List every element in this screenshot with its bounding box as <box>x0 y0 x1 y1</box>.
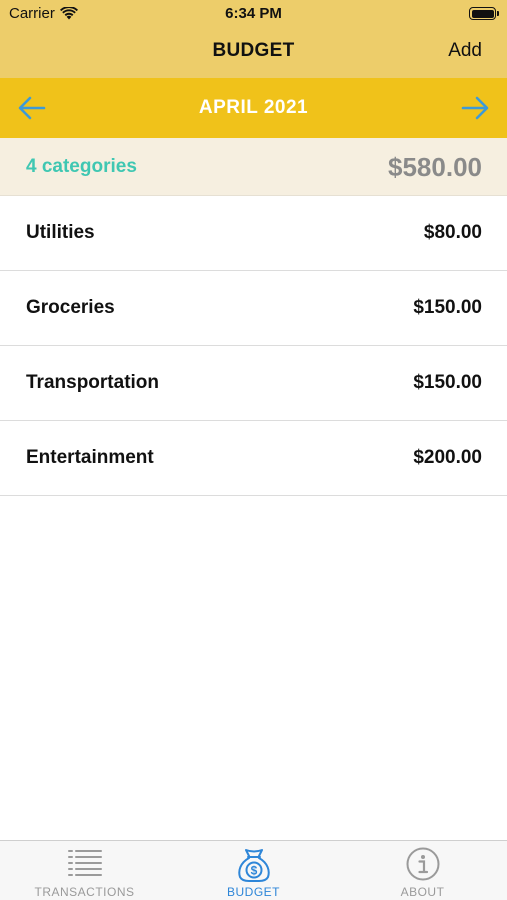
category-row-entertainment[interactable]: Entertainment $200.00 <box>0 421 507 496</box>
category-name: Utilities <box>26 222 95 243</box>
category-row-groceries[interactable]: Groceries $150.00 <box>0 271 507 346</box>
tab-label: TRANSACTIONS <box>34 885 135 899</box>
tab-about[interactable]: ABOUT <box>338 841 507 900</box>
category-count: 4 categories <box>26 156 137 177</box>
budget-summary: 4 categories $580.00 <box>0 138 507 196</box>
tab-transactions[interactable]: TRANSACTIONS <box>0 841 169 900</box>
category-list: Utilities $80.00 Groceries $150.00 Trans… <box>0 196 507 496</box>
month-selector: APRIL 2021 <box>0 78 507 138</box>
next-month-arrow-icon[interactable] <box>459 93 491 123</box>
category-amount: $150.00 <box>413 297 482 318</box>
category-name: Groceries <box>26 297 115 318</box>
header: Carrier 6:34 PM BUDGET Add <box>0 0 507 78</box>
svg-text:$: $ <box>250 864 257 878</box>
tab-label: ABOUT <box>400 885 445 899</box>
money-bag-icon: $ <box>237 849 270 882</box>
status-time: 6:34 PM <box>225 5 282 22</box>
tab-label: BUDGET <box>226 885 280 899</box>
category-amount: $200.00 <box>413 447 482 468</box>
tab-budget[interactable]: $ BUDGET <box>169 841 338 900</box>
status-bar: Carrier 6:34 PM <box>0 0 507 28</box>
list-icon <box>67 850 102 876</box>
category-amount: $150.00 <box>413 372 482 393</box>
budget-total: $580.00 <box>388 152 482 182</box>
add-button[interactable]: Add <box>448 40 482 62</box>
page-title: BUDGET <box>212 40 295 61</box>
category-row-transportation[interactable]: Transportation $150.00 <box>0 346 507 421</box>
battery-icon <box>469 7 499 20</box>
category-name: Entertainment <box>26 447 154 468</box>
category-name: Transportation <box>26 372 160 393</box>
category-amount: $80.00 <box>423 222 482 243</box>
category-row-utilities[interactable]: Utilities $80.00 <box>0 196 507 271</box>
info-icon <box>406 847 439 881</box>
tab-bar: TRANSACTIONS $ BUDGET ABOUT <box>0 840 507 900</box>
month-label: APRIL 2021 <box>198 97 309 118</box>
